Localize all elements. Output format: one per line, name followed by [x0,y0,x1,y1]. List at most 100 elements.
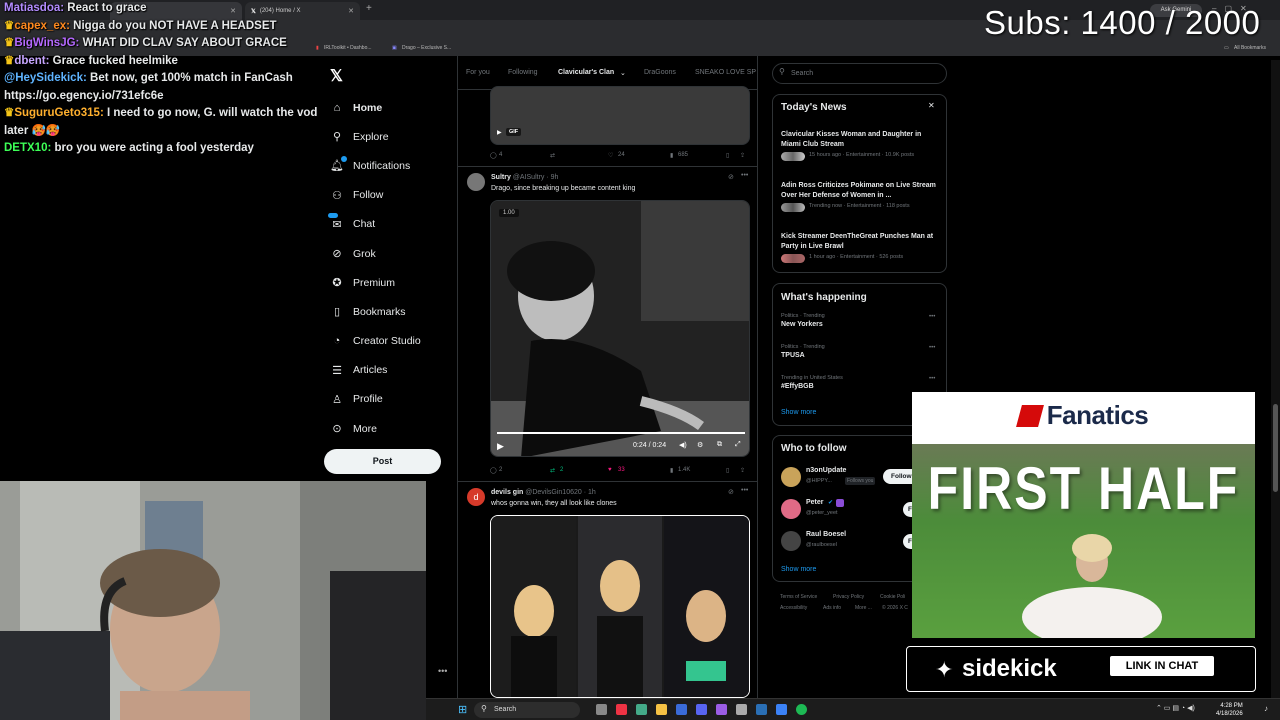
footer-link[interactable]: Accessibility [780,605,807,611]
pip-icon[interactable]: ⧉ [717,441,722,449]
author-handle[interactable]: @DevilsGin10620 · 1h [525,489,596,496]
avatar[interactable] [467,173,485,191]
follow-name[interactable]: Raul Boesel [806,531,846,538]
avatar[interactable]: d [467,488,485,506]
bookmark-icon[interactable]: ▯ [726,152,729,159]
more-options-icon[interactable]: ••• [741,172,748,179]
follow-name[interactable]: Peter [806,499,824,506]
post-media-images[interactable] [490,515,750,698]
steam-icon[interactable] [756,704,767,715]
tab-for-you[interactable]: For you [466,69,490,76]
share-icon[interactable]: ⇪ [740,152,745,159]
post-media-video[interactable]: 1.00 ▶ 0:24 / 0:24 ◀) ⚙ ⧉ ⤢ [490,200,750,457]
more-options-icon[interactable]: ••• [929,376,935,382]
footer-link[interactable]: Privacy Policy [833,594,864,600]
nav-item-bookmarks[interactable]: ▯ Bookmarks [330,297,450,326]
volume-icon[interactable]: ◀) [679,441,687,449]
sidekick-banner[interactable]: ✦ sidekick LINK IN CHAT [906,646,1256,692]
nav-item-home[interactable]: ⌂ Home [330,93,450,122]
grok-icon[interactable]: ⊘ [728,488,734,496]
reply-icon[interactable]: ◯ [490,152,497,159]
play-icon[interactable]: ▶ [497,441,504,452]
discord-icon[interactable] [696,704,707,715]
app-icon[interactable] [716,704,727,715]
windows-start-icon[interactable]: ⊞ [458,703,467,716]
app-icon[interactable] [616,704,627,715]
x-logo-icon[interactable]: 𝕏 [330,66,343,86]
file-explorer-icon[interactable] [656,704,667,715]
play-icon[interactable]: ▶ [497,129,502,136]
footer-link[interactable]: © 2026 X C [882,605,908,611]
bookmark-icon[interactable]: ▯ [726,467,729,474]
footer-link[interactable]: More ... [855,605,872,611]
author-name[interactable]: devils gin [491,489,523,496]
more-options-icon[interactable]: ••• [929,345,935,351]
nav-item-articles[interactable]: ☰ Articles [330,356,450,385]
footer-link[interactable]: Terms of Service [780,594,817,600]
trend-item[interactable]: Trending in United States #EffyBGB [781,375,941,390]
link-in-chat-button[interactable]: LINK IN CHAT [1110,656,1214,676]
spotify-icon[interactable] [796,704,807,715]
scrollbar-thumb[interactable] [1273,404,1278,492]
show-more-link[interactable]: Show more [781,409,816,416]
bookmark-all[interactable]: All Bookmarks [1234,45,1266,51]
nav-item-follow[interactable]: ⚇ Follow [330,181,450,210]
avatar[interactable] [781,531,801,551]
more-options-icon[interactable]: ••• [741,487,748,494]
taskbar-clock[interactable]: 4:28 PM 4/18/2026 [1216,702,1243,718]
nav-item-profile[interactable]: ♙ Profile [330,385,450,414]
tab-dragoons[interactable]: DraGoons [644,69,676,76]
repost-icon[interactable]: ⇄ [550,152,555,159]
bookmark-drago[interactable]: Drago – Exclusive S... [402,45,451,51]
avatar[interactable] [781,499,801,519]
news-item[interactable]: Kick Streamer DeenTheGreat Punches Man a… [781,232,941,260]
like-icon[interactable]: ♡ [608,152,613,159]
show-more-link[interactable]: Show more [781,566,816,573]
like-icon[interactable]: ♥ [608,467,612,473]
search-input[interactable]: Search [772,63,947,84]
tab-sneako-love-sp[interactable]: SNEAKO LOVE SP [695,69,756,76]
account-menu-icon[interactable]: ••• [438,666,447,676]
repost-icon[interactable]: ⇄ [550,467,555,474]
trend-item[interactable]: Politics · Trending New Yorkers [781,313,941,328]
system-tray-icons[interactable]: ⌃ ▭ ▤ ◔ ◀) [1156,704,1195,712]
author-name[interactable]: Sultry [491,174,511,181]
close-icon[interactable]: ✕ [928,101,935,110]
video-progress-bar[interactable] [497,432,745,434]
avatar[interactable] [781,467,801,487]
new-tab-icon[interactable]: + [366,3,372,14]
footer-link[interactable]: Cookie Poli [880,594,905,600]
scrollbar[interactable] [1271,60,1280,698]
app-icon[interactable] [776,704,787,715]
share-icon[interactable]: ⇪ [740,467,745,474]
footer-link[interactable]: Ads info [823,605,841,611]
nav-item-explore[interactable]: ⚲ Explore [330,122,450,151]
nav-item-premium[interactable]: ✪ Premium [330,268,450,297]
settings-icon[interactable]: ⚙ [697,441,703,449]
nav-item-chat[interactable]: ✉ Chat [328,210,450,239]
app-icon[interactable] [736,704,747,715]
taskbar-search[interactable]: Search [474,702,580,718]
chrome-icon[interactable] [636,704,647,715]
nav-item-more[interactable]: ⊙ More [330,414,450,443]
post-media-gif[interactable]: ▶ GIF [490,86,750,145]
task-view-icon[interactable] [596,704,607,715]
fullscreen-icon[interactable]: ⤢ [735,441,741,449]
news-item[interactable]: Clavicular Kisses Woman and Daughter in … [781,130,941,158]
grok-icon[interactable]: ⊘ [728,173,734,181]
author-handle[interactable]: @AISultry · 9h [513,174,559,181]
tab-claviculars-clan[interactable]: Clavicular's Clan [558,69,614,76]
news-item[interactable]: Adin Ross Criticizes Pokimane on Live St… [781,181,941,209]
nav-item-creator-studio[interactable]: ◔ Creator Studio [330,327,450,356]
nav-item-notifications[interactable]: 🔔︎ Notifications [330,151,450,180]
post-button[interactable]: Post [324,449,441,474]
trend-item[interactable]: Politics · Trending TPUSA [781,344,941,359]
playback-speed[interactable]: 1.00 [499,209,519,217]
follow-name[interactable]: n3onUpdate [806,467,846,474]
tab-following[interactable]: Following [508,69,538,76]
reply-icon[interactable]: ◯ [490,467,497,474]
nav-item-grok[interactable]: ⊘ Grok [330,239,450,268]
bookmark-irltoolkit[interactable]: IRLToolkit • Dashbo... [324,45,372,51]
more-options-icon[interactable]: ••• [929,314,935,320]
close-tab-icon[interactable]: ✕ [348,7,354,15]
